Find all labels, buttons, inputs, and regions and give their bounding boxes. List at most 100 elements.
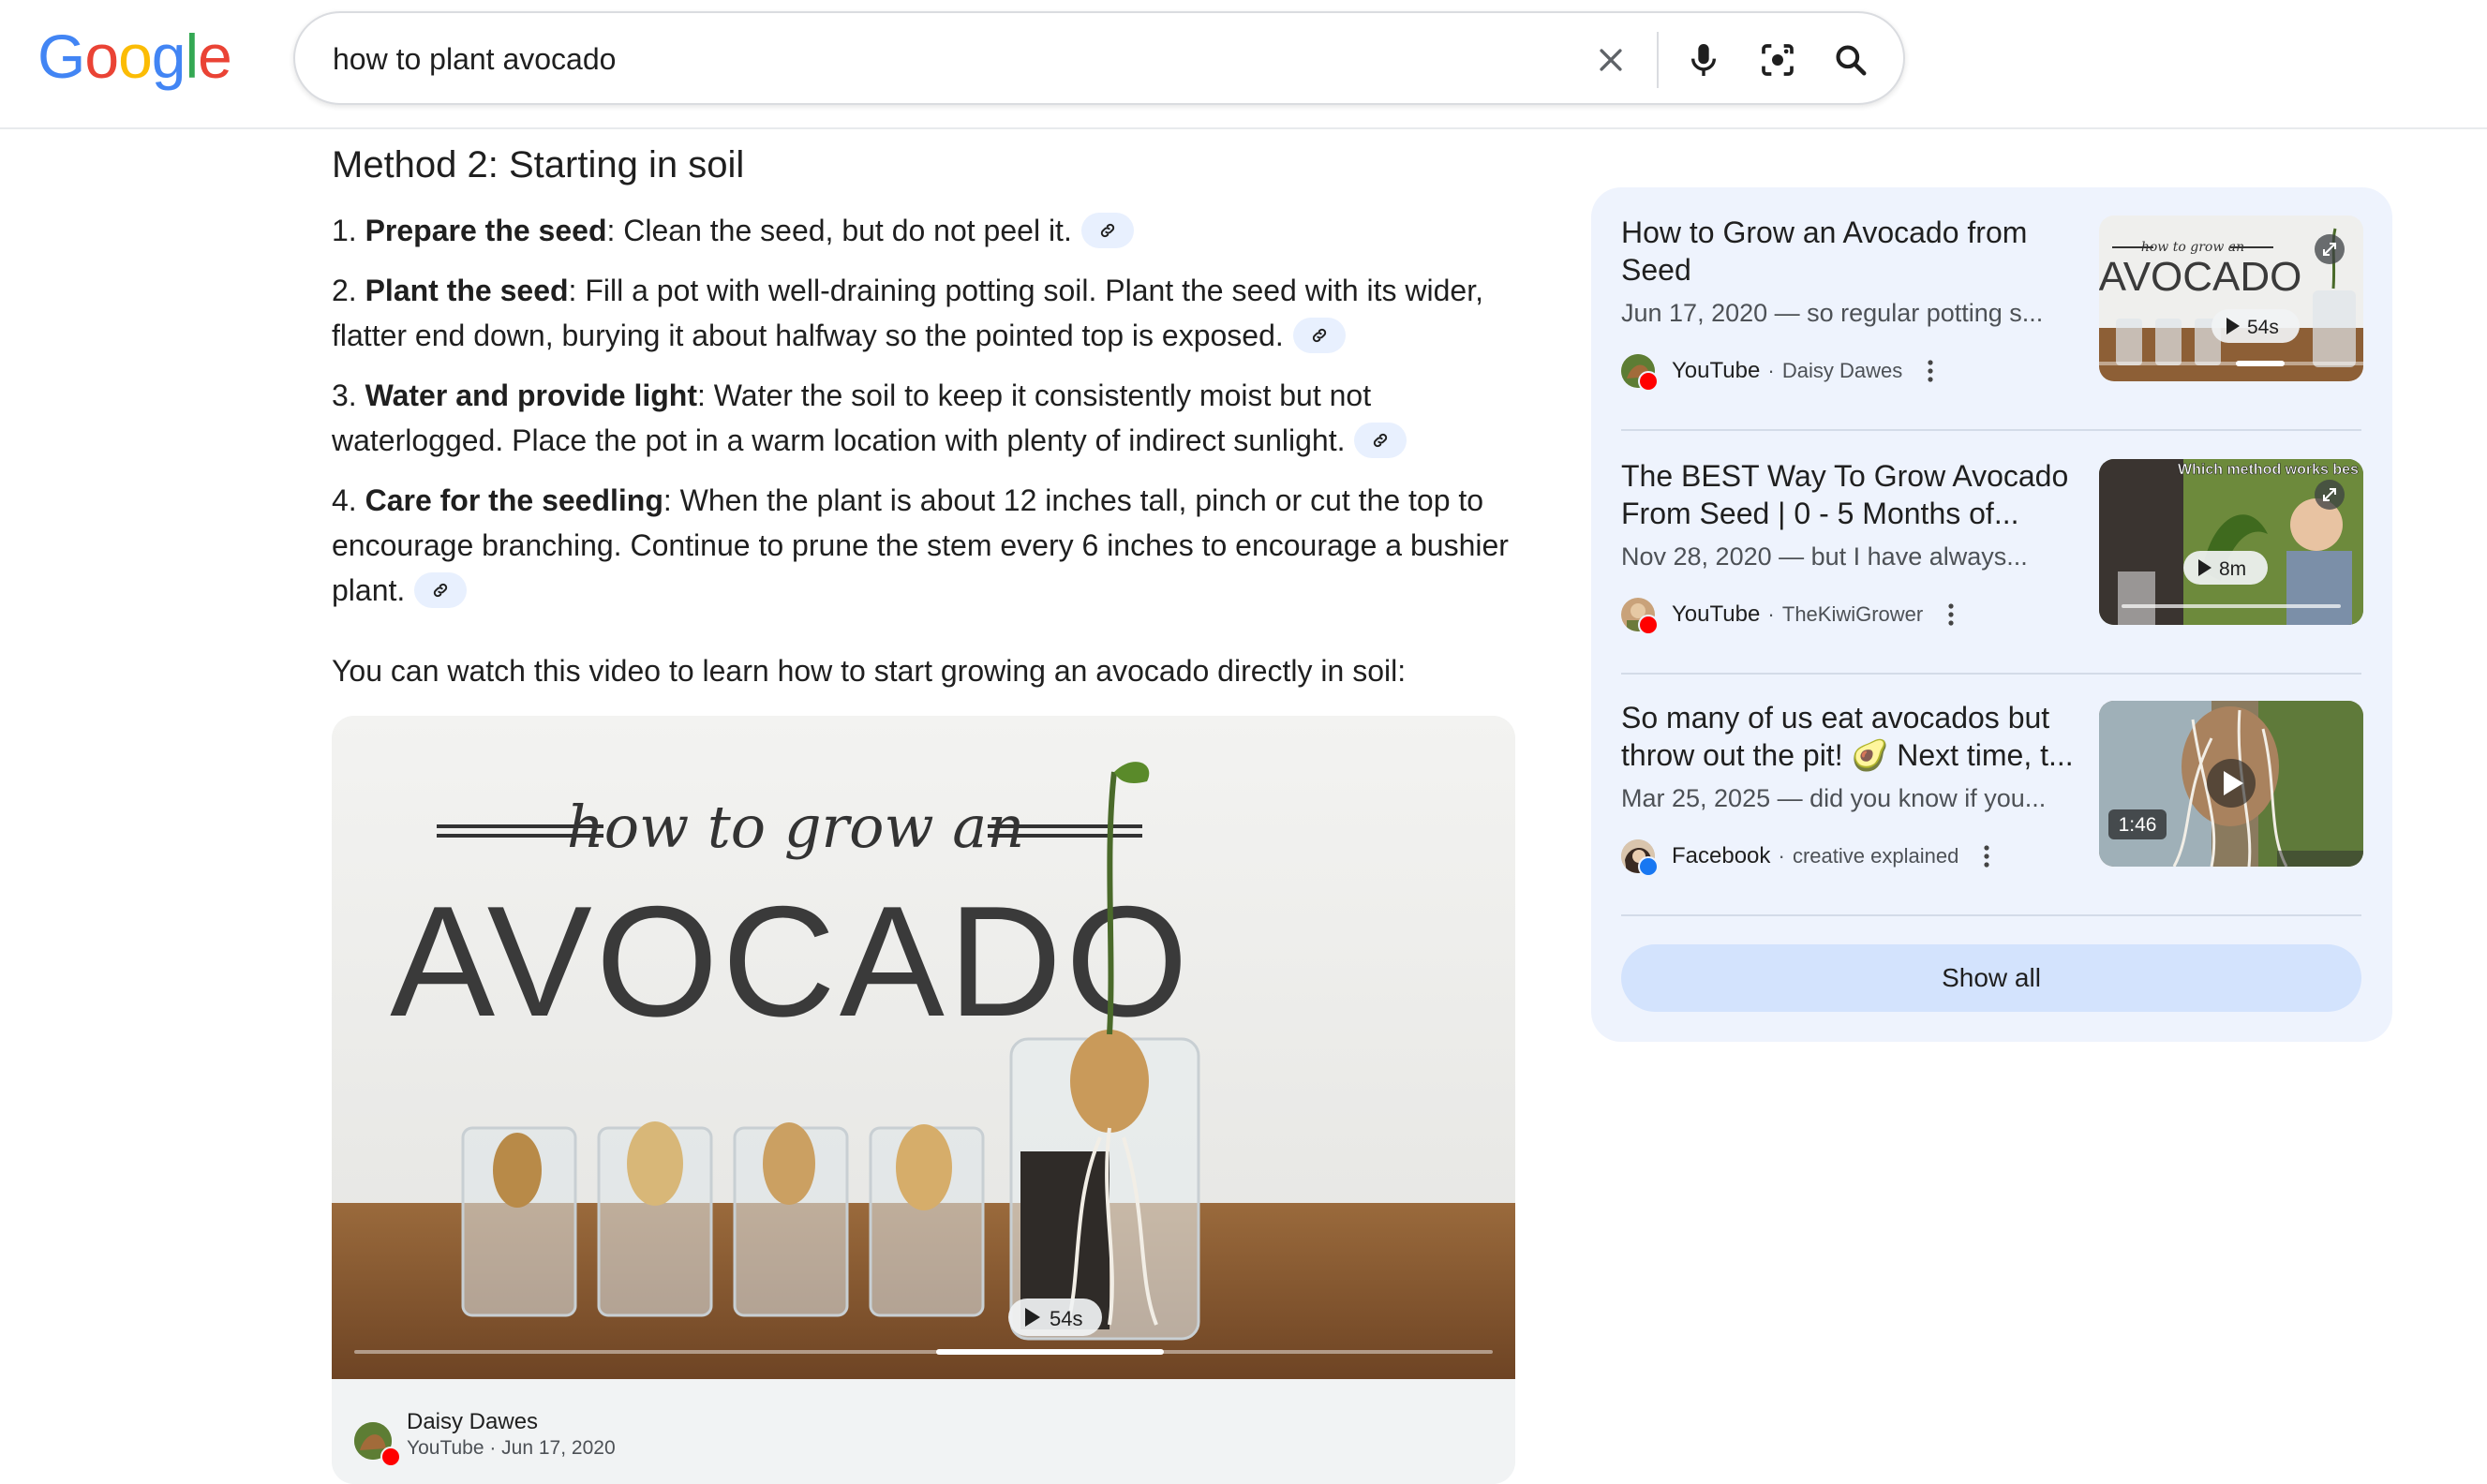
result-platform: YouTube: [1672, 601, 1761, 627]
result-duration: 8m: [2219, 558, 2246, 580]
video-result-item[interactable]: How to Grow an Avocado from Seed Jun 17,…: [1621, 187, 2363, 429]
result-source: Facebook · creative explained: [1621, 838, 1998, 877]
result-divider: [1621, 914, 2361, 916]
glass-jar: [597, 1121, 713, 1317]
video-intro-text: You can watch this video to learn how to…: [332, 654, 1407, 688]
step-number: 2.: [332, 274, 365, 307]
link-icon: [1312, 328, 1326, 342]
video-progress-fill: [936, 1349, 1164, 1355]
video-result-item[interactable]: So many of us eat avocados but throw out…: [1621, 673, 2363, 914]
result-title[interactable]: The BEST Way To Grow Avocado From Seed |…: [1621, 457, 2080, 532]
play-duration-badge: 54s: [2211, 309, 2300, 343]
result-channel-sep: ·: [1762, 359, 1780, 382]
result-title[interactable]: How to Grow an Avocado from Seed: [1621, 214, 2080, 289]
logo-letter: o: [118, 22, 153, 91]
thumbnail-script-title: how to grow an: [567, 793, 1024, 861]
channel-avatar: [1621, 598, 1659, 635]
glass-jar: [869, 1124, 985, 1317]
logo-letter: l: [185, 22, 200, 91]
link-icon: [1374, 433, 1388, 447]
result-snippet: Nov 28, 2020 — but I have always...: [1621, 542, 2028, 571]
step-title: Water and provide light: [365, 378, 697, 412]
search-icon[interactable]: [1824, 34, 1877, 86]
video-thumbnail[interactable]: how to grow an AVOCADO 54s: [332, 716, 1515, 1379]
more-options-icon[interactable]: [1919, 352, 1942, 390]
step-title: Care for the seedling: [365, 483, 663, 517]
youtube-badge-icon: [380, 1447, 401, 1467]
logo-letter: e: [198, 22, 232, 91]
result-channel-sep: ·: [1762, 602, 1780, 626]
thumbnail-title: Which method works bes: [2178, 462, 2359, 478]
citation-link-button[interactable]: [1354, 422, 1407, 458]
channel-avatar: [1621, 354, 1659, 392]
result-duration: 1:46: [2119, 814, 2157, 836]
result-title[interactable]: So many of us eat avocados but throw out…: [1621, 699, 2080, 774]
result-source: YouTube · TheKiwiGrower: [1621, 596, 1962, 635]
result-channel: Daisy Dawes: [1781, 359, 1903, 382]
youtube-badge-icon: [1638, 615, 1659, 635]
logo-letter: o: [84, 22, 119, 91]
step-title: Plant the seed: [365, 274, 569, 307]
youtube-badge-icon: [1638, 371, 1659, 392]
search-box: [293, 11, 1905, 105]
step-item: 4. Care for the seedling: When the plant…: [332, 478, 1512, 613]
link-icon: [1100, 223, 1114, 237]
result-snippet: Jun 17, 2020 — so regular potting s...: [1621, 299, 2044, 327]
video-card[interactable]: how to grow an AVOCADO 54s Daisy Dawes Y…: [332, 716, 1515, 1484]
microphone-icon[interactable]: [1677, 34, 1730, 86]
camera-lens-icon[interactable]: [1751, 34, 1804, 86]
thumbnail-script-title: how to grow an: [2141, 240, 2244, 255]
link-icon: [434, 583, 448, 597]
duration-badge: 1:46: [2108, 809, 2167, 839]
google-logo[interactable]: Google: [37, 21, 232, 92]
method-heading: Method 2: Starting in soil: [332, 144, 745, 186]
logo-letter: g: [151, 22, 186, 91]
step-item: 3. Water and provide light: Water the so…: [332, 373, 1512, 463]
result-channel: creative explained: [1792, 844, 1959, 868]
more-options-icon[interactable]: [1975, 838, 1998, 875]
facebook-badge-icon: [1638, 856, 1659, 877]
result-platform: YouTube: [1672, 358, 1761, 383]
video-source-date: YouTube · Jun 17, 2020: [407, 1437, 616, 1459]
result-thumbnail[interactable]: Which method works bes 8m: [2099, 459, 2363, 625]
video-duration: 54s: [1050, 1307, 1082, 1330]
clear-icon[interactable]: [1585, 34, 1637, 86]
result-snippet: Mar 25, 2025 — did you know if you...: [1621, 784, 2047, 812]
video-caption: Daisy Dawes YouTube · Jun 17, 2020: [332, 1379, 1515, 1484]
play-duration-badge[interactable]: 54s: [1008, 1298, 1102, 1336]
search-divider: [1657, 32, 1659, 88]
steps-list: 1. Prepare the seed: Clean the seed, but…: [332, 208, 1512, 628]
video-result-item[interactable]: The BEST Way To Grow Avocado From Seed |…: [1621, 431, 2363, 673]
search-header: Google: [0, 0, 2487, 129]
step-number: 1.: [332, 214, 365, 247]
result-thumbnail[interactable]: how to grow an AVOCADO 54s: [2099, 215, 2363, 381]
citation-link-button[interactable]: [1080, 212, 1134, 248]
result-channel-sep: ·: [1772, 844, 1791, 868]
more-options-icon[interactable]: [1940, 596, 1962, 633]
step-title: Prepare the seed: [365, 214, 607, 247]
video-progress-track[interactable]: [354, 1350, 1493, 1354]
result-source: YouTube · Daisy Dawes: [1621, 352, 1942, 392]
result-duration: 54s: [2247, 317, 2279, 338]
step-item: 2. Plant the seed: Fill a pot with well-…: [332, 268, 1512, 358]
citation-link-button[interactable]: [414, 571, 468, 608]
result-channel: TheKiwiGrower: [1781, 602, 1924, 626]
glass-jar: [733, 1122, 849, 1317]
result-thumbnail[interactable]: 1:46: [2099, 701, 2363, 867]
video-results-panel: How to Grow an Avocado from Seed Jun 17,…: [1591, 187, 2392, 1042]
glass-jar: [461, 1126, 577, 1317]
citation-link-button[interactable]: [1292, 317, 1346, 353]
logo-letter: G: [37, 22, 85, 91]
step-text: : Clean the seed, but do not peel it.: [606, 214, 1072, 247]
thumbnail-title: AVOCADO: [390, 873, 1192, 1049]
result-platform: Facebook: [1672, 843, 1771, 868]
search-input[interactable]: [333, 37, 1738, 81]
step-item: 1. Prepare the seed: Clean the seed, but…: [332, 208, 1512, 253]
step-number: 3.: [332, 378, 365, 412]
thumbnail-title: AVOCADO: [2099, 254, 2301, 300]
show-all-button[interactable]: Show all: [1621, 944, 2361, 1012]
play-duration-badge: 8m: [2183, 551, 2268, 585]
video-author: Daisy Dawes: [407, 1409, 539, 1434]
step-number: 4.: [332, 483, 365, 517]
channel-avatar: [1621, 839, 1659, 877]
